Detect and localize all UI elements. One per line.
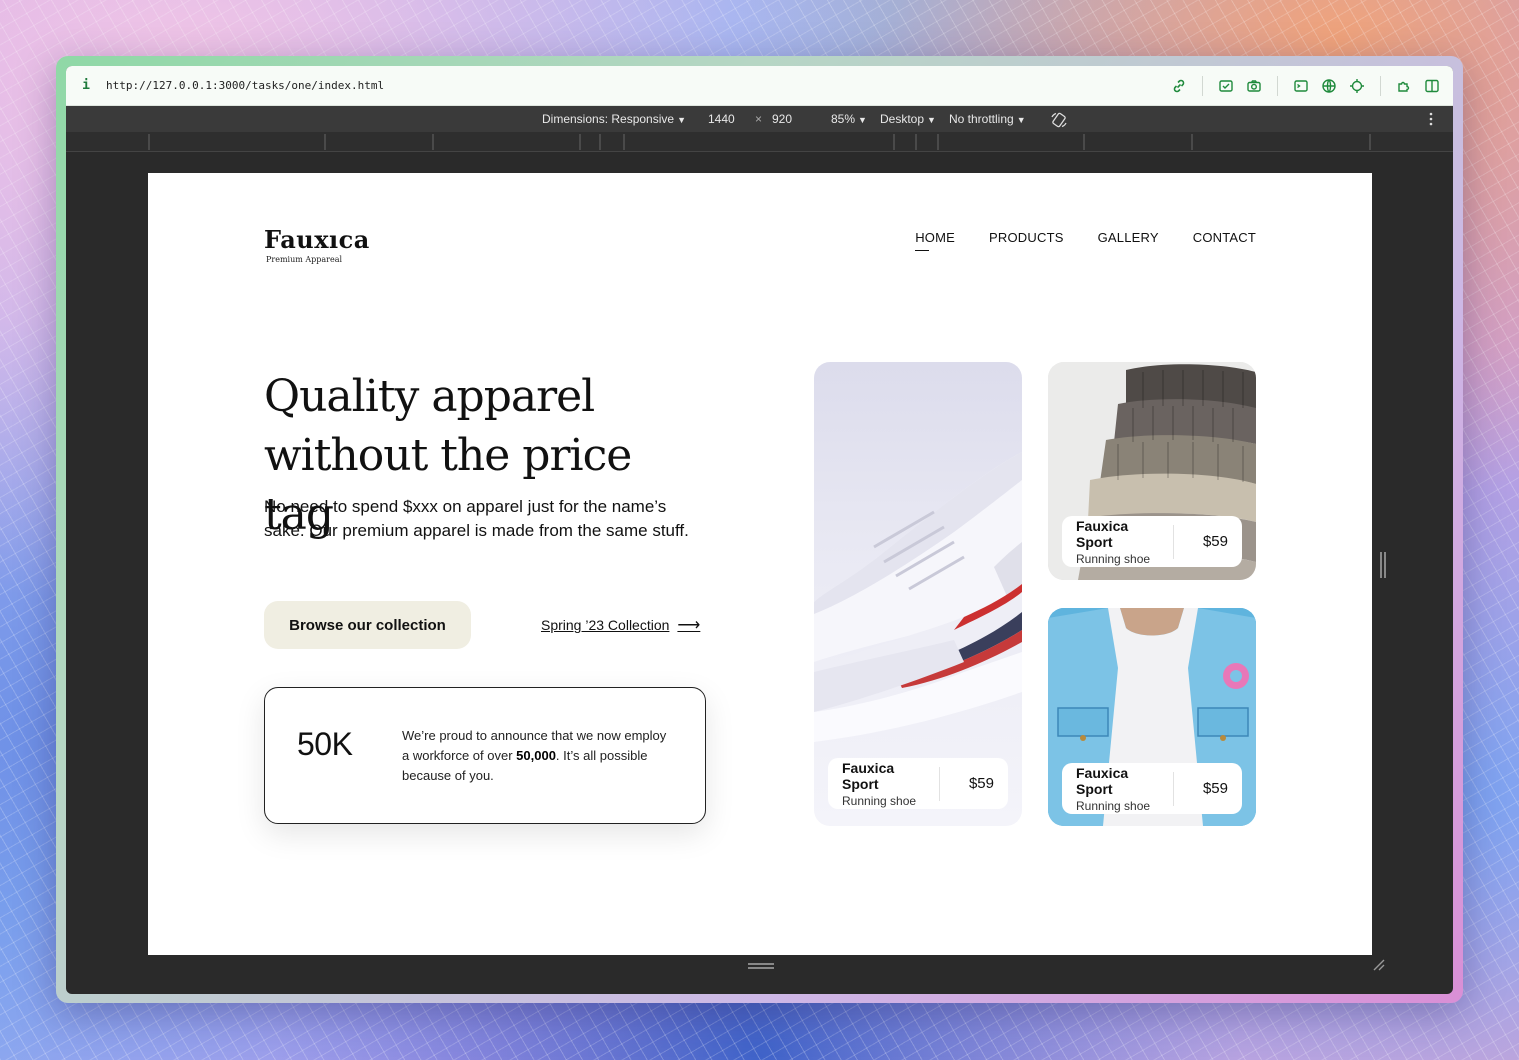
workforce-stat-card: 50K We’re proud to announce that we now … xyxy=(264,687,706,824)
devtools-device-toolbar: Dimensions: Responsive ▼ 1440 × 920 85% ▼ … xyxy=(66,106,1453,132)
throttling-dropdown[interactable]: No throttling ▼ xyxy=(949,112,1026,126)
link-icon[interactable] xyxy=(1170,77,1188,95)
ruler-tick xyxy=(1369,134,1371,150)
screenshot-icon[interactable] xyxy=(1217,77,1235,95)
hero-subtext: No need to spend $xxx on apparel just fo… xyxy=(264,497,689,540)
ruler-tick xyxy=(623,134,625,150)
toolbar-separator xyxy=(1380,75,1381,96)
device-label: Desktop xyxy=(880,112,925,126)
product-subtitle: Running shoe xyxy=(1076,551,1151,566)
ruler-tick xyxy=(579,134,581,150)
globe-icon[interactable] xyxy=(1320,77,1338,95)
arrow-right-icon: ⟶ xyxy=(677,617,701,634)
more-options-icon[interactable] xyxy=(1428,111,1434,130)
throttling-label: No throttling xyxy=(949,112,1014,126)
ruler-tick xyxy=(432,134,434,150)
sneaker-image xyxy=(814,452,1022,742)
product-card-sweater[interactable]: Fauxica Sport Running shoe $59 xyxy=(1048,362,1256,580)
logo-tagline: Premium Appareal xyxy=(266,255,343,264)
main-nav: HOME PRODUCTS GALLERY CONTACT xyxy=(915,230,1256,251)
toolbar-icons xyxy=(1170,75,1453,96)
ruler-tick xyxy=(148,134,150,150)
nav-products[interactable]: PRODUCTS xyxy=(989,230,1064,245)
ruler-tick xyxy=(893,134,895,150)
stat-description: We’re proud to announce that we now empl… xyxy=(402,726,672,786)
product-tag: Fauxica Sport Running shoe $59 xyxy=(1062,516,1242,567)
product-info: Fauxica Sport Running shoe xyxy=(842,760,940,808)
stat-text-bold: 50,000 xyxy=(516,748,556,763)
resize-handle-right[interactable] xyxy=(1380,552,1386,578)
resize-handle-corner[interactable] xyxy=(1372,958,1386,972)
rotate-icon[interactable] xyxy=(1050,111,1068,132)
caret-down-icon: ▼ xyxy=(858,115,867,125)
ruler-tick xyxy=(915,134,917,150)
resize-handle-bottom[interactable] xyxy=(748,963,774,969)
split-view-icon[interactable] xyxy=(1423,77,1441,95)
site-logo[interactable]: Fauxıca Premium Appareal xyxy=(264,225,370,264)
caret-down-icon: ▼ xyxy=(677,115,686,125)
terminal-icon[interactable] xyxy=(1292,77,1310,95)
product-subtitle: Running shoe xyxy=(842,793,917,808)
product-name: Fauxica Sport xyxy=(842,759,895,792)
url-text[interactable]: http://127.0.0.1:3000/tasks/one/index.ht… xyxy=(106,79,1170,92)
ruler-tick xyxy=(324,134,326,150)
crosshair-icon[interactable] xyxy=(1348,77,1366,95)
browser-window: i http://127.0.0.1:3000/tasks/one/index.… xyxy=(66,66,1453,994)
width-input[interactable]: 1440 xyxy=(708,112,735,126)
device-dropdown[interactable]: Desktop ▼ xyxy=(880,112,936,126)
extensions-icon[interactable] xyxy=(1395,77,1413,95)
product-info: Fauxica Sport Running shoe xyxy=(1076,765,1174,813)
ruler-tick xyxy=(1191,134,1193,150)
nav-home[interactable]: HOME xyxy=(915,230,955,251)
product-price: $59 xyxy=(968,775,994,792)
nav-gallery[interactable]: GALLERY xyxy=(1098,230,1159,245)
product-tag: Fauxica Sport Running shoe $59 xyxy=(1062,763,1242,814)
ruler-tick xyxy=(599,134,601,150)
nav-contact[interactable]: CONTACT xyxy=(1193,230,1256,245)
ruler-tick xyxy=(1083,134,1085,150)
spring-collection-link[interactable]: Spring ’23 Collection ⟶ xyxy=(541,615,700,635)
product-subtitle: Running shoe xyxy=(1076,798,1151,813)
product-name: Fauxica Sport xyxy=(1076,764,1129,797)
product-price: $59 xyxy=(1202,780,1228,797)
caret-down-icon: ▼ xyxy=(927,115,936,125)
dimensions-dropdown[interactable]: Dimensions: Responsive ▼ xyxy=(542,112,686,126)
media-query-ruler xyxy=(66,132,1453,152)
info-icon[interactable]: i xyxy=(66,78,106,93)
logo-name: Fauxıca xyxy=(264,225,370,254)
address-bar: i http://127.0.0.1:3000/tasks/one/index.… xyxy=(66,66,1453,106)
stat-number: 50K xyxy=(297,726,353,762)
height-input[interactable]: 920 xyxy=(772,112,792,126)
product-price: $59 xyxy=(1202,533,1228,550)
dimensions-label: Dimensions: Responsive xyxy=(542,112,675,126)
product-info: Fauxica Sport Running shoe xyxy=(1076,518,1174,566)
browse-collection-button[interactable]: Browse our collection xyxy=(264,601,471,649)
product-tag: Fauxica Sport Running shoe $59 xyxy=(828,758,1008,809)
toolbar-separator xyxy=(1202,75,1203,96)
zoom-dropdown[interactable]: 85% ▼ xyxy=(831,112,867,126)
times-symbol: × xyxy=(755,112,763,126)
product-name: Fauxica Sport xyxy=(1076,517,1129,550)
camera-icon[interactable] xyxy=(1245,77,1263,95)
ruler-tick xyxy=(937,134,939,150)
caret-down-icon: ▼ xyxy=(1016,115,1026,125)
product-card-shoe[interactable]: Fauxica Sport Running shoe $59 xyxy=(814,362,1022,826)
product-card-denim[interactable]: Fauxica Sport Running shoe $59 xyxy=(1048,608,1256,826)
collection-link-label: Spring ’23 Collection xyxy=(541,617,670,633)
toolbar-separator xyxy=(1277,75,1278,96)
page-viewport: Fauxıca Premium Appareal HOME PRODUCTS G… xyxy=(148,173,1372,955)
zoom-label: 85% xyxy=(831,112,856,126)
